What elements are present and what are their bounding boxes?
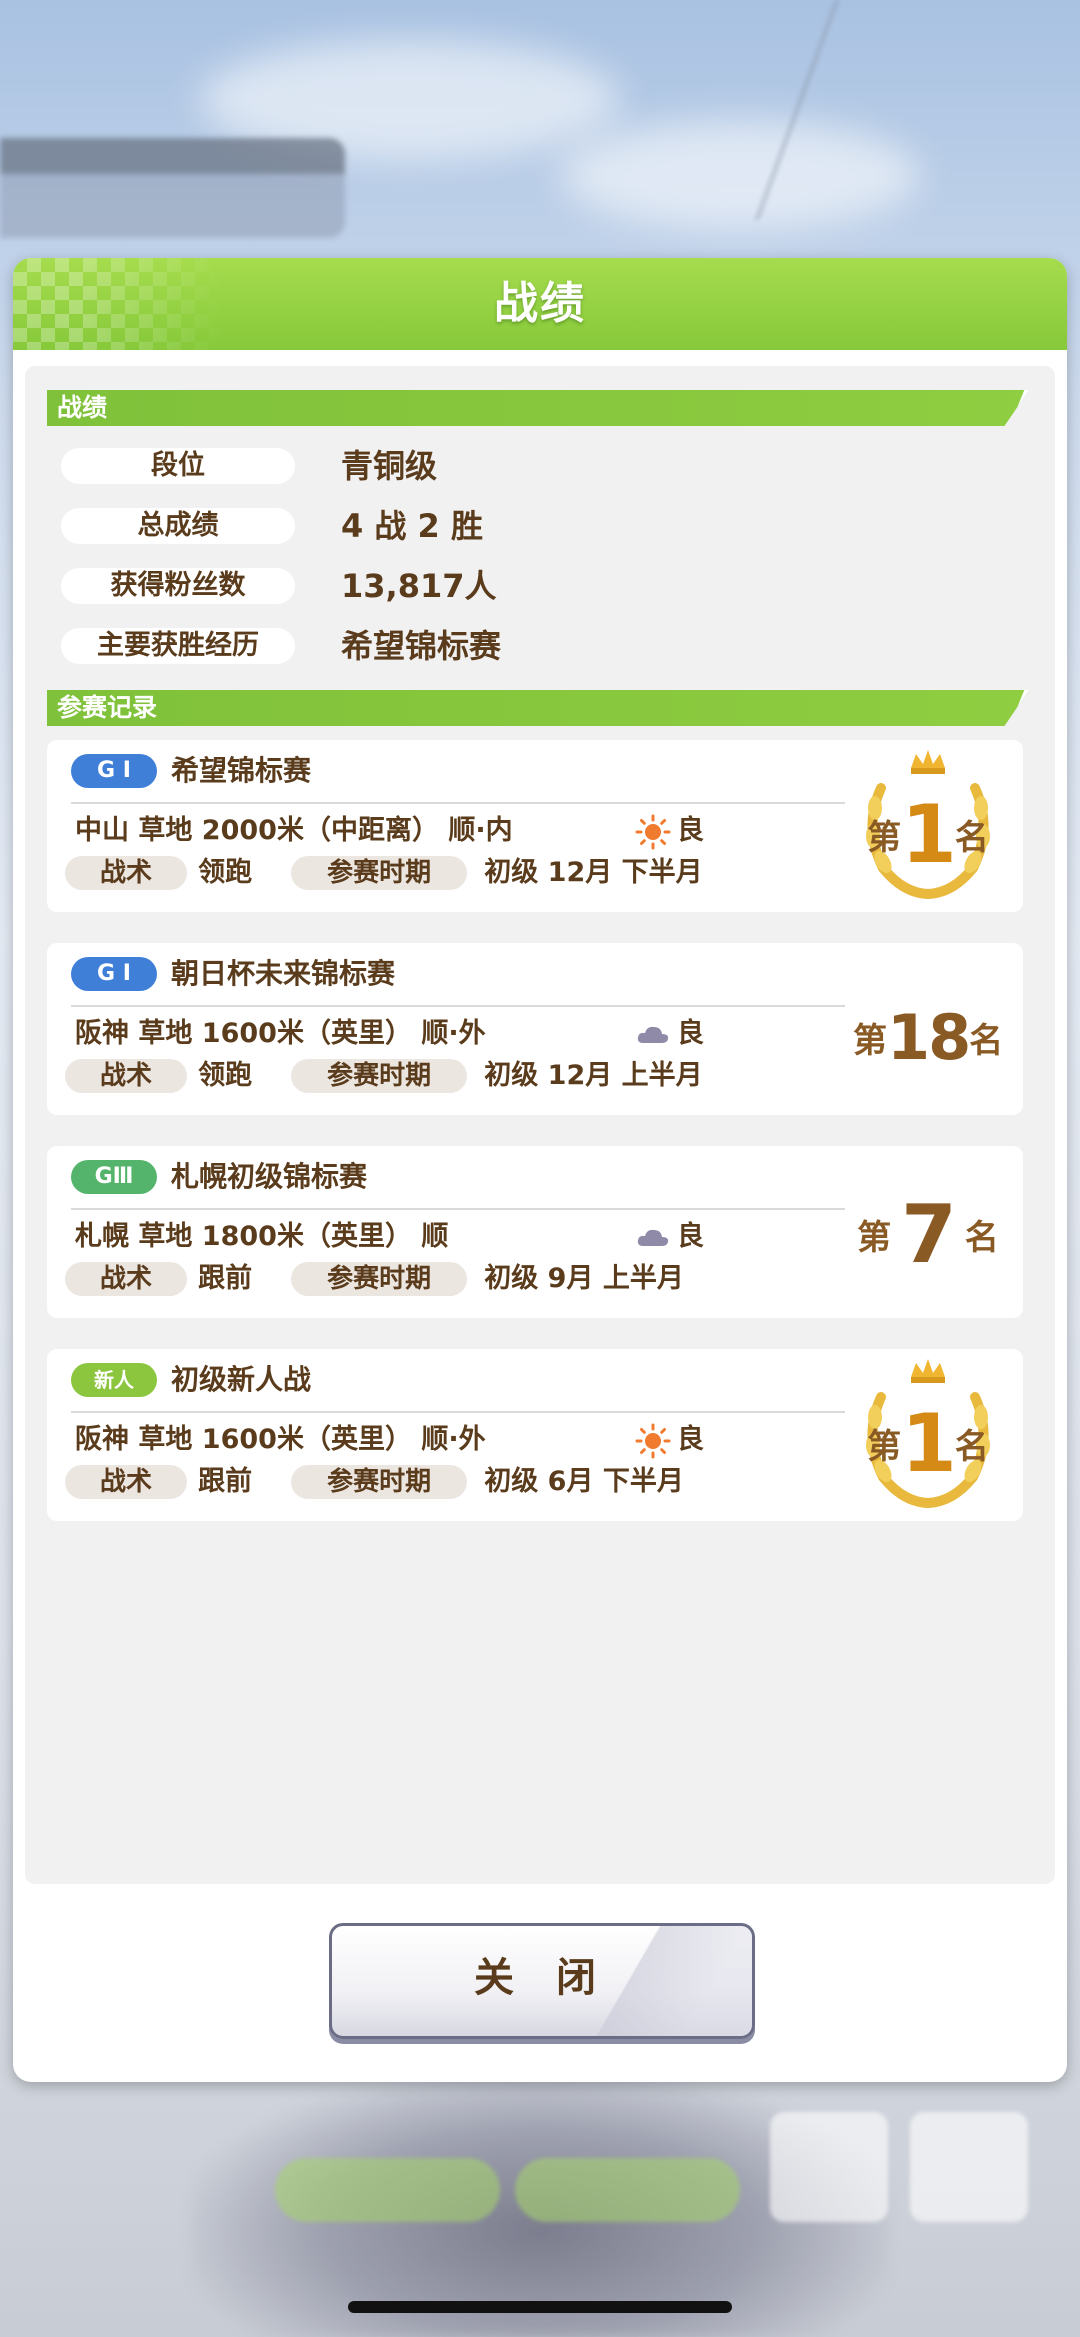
race-card[interactable]: 新人 初级新人战 阪神 草地 1600米（英里） 顺·外 良 战术 跟前 参赛时… [47, 1349, 1023, 1521]
race-venue: 札幌 草地 1800米（英里） 顺 [75, 1221, 449, 1252]
tactic-value: 领跑 [198, 1060, 253, 1091]
rank-badge: 第1名 [853, 1357, 1003, 1513]
stat-value: 4 战 2 胜 [341, 507, 483, 545]
race-venue: 中山 草地 2000米（中距离） 顺·内 [75, 815, 513, 846]
dialog-title: 战绩 [494, 278, 586, 329]
cloudy-icon [637, 1026, 669, 1043]
stat-label: 段位 [61, 448, 295, 484]
tactic-value: 跟前 [198, 1466, 253, 1497]
stat-value: 青铜级 [341, 447, 438, 485]
race-detail-row: 战术 跟前 参赛时期 初级 9月 上半月 [65, 1262, 684, 1298]
grade-badge: G I [71, 754, 157, 788]
period-tag: 参赛时期 [291, 1059, 468, 1093]
tactic-tag: 战术 [65, 1262, 187, 1296]
race-card[interactable]: G I 朝日杯未来锦标赛 阪神 草地 1600米（英里） 顺·外 良 战术 领跑… [47, 943, 1023, 1115]
rank-badge: 第7名 [853, 1154, 1003, 1310]
race-card[interactable]: GⅢ 札幌初级锦标赛 札幌 草地 1800米（英里） 顺 良 战术 跟前 参赛时… [47, 1146, 1023, 1318]
tree-silhouette [753, 0, 1080, 220]
period-value: 初级 6月 下半月 [484, 1466, 684, 1497]
background-icon [770, 2112, 888, 2222]
rank-number: 18 [887, 1001, 971, 1074]
record-section-header: 战绩 [47, 390, 1029, 426]
rank-text: 第18名 [853, 1001, 1004, 1074]
race-venue: 阪神 草地 1600米（英里） 顺·外 [75, 1018, 486, 1049]
race-venue: 阪神 草地 1600米（英里） 顺·外 [75, 1424, 486, 1455]
rank-text: 第7名 [857, 1188, 999, 1281]
period-tag: 参赛时期 [291, 1262, 468, 1296]
race-name: 札幌初级锦标赛 [171, 1160, 368, 1193]
grade-badge: GⅢ [71, 1160, 157, 1194]
background-button [275, 2158, 500, 2222]
stat-value: 希望锦标赛 [341, 627, 502, 665]
home-indicator[interactable] [348, 2301, 732, 2313]
dialog-content: 战绩 段位 青铜级 总成绩 4 战 2 胜 获得粉丝数 13,817人 主要获胜… [25, 366, 1055, 1884]
stat-value: 13,817人 [341, 567, 497, 605]
race-name: 初级新人战 [171, 1363, 312, 1396]
rank-badge: 第1名 [853, 748, 1003, 904]
race-card[interactable]: G I 希望锦标赛 中山 草地 2000米（中距离） 顺·内 良 战术 领跑 参… [47, 740, 1023, 912]
period-value: 初级 12月 下半月 [484, 857, 703, 888]
tactic-tag: 战术 [65, 856, 187, 890]
background-button [515, 2158, 740, 2222]
tactic-value: 跟前 [198, 1263, 253, 1294]
stat-label: 获得粉丝数 [61, 568, 295, 604]
race-name: 朝日杯未来锦标赛 [171, 957, 396, 990]
sunny-icon [635, 1423, 671, 1458]
race-name: 希望锦标赛 [171, 754, 312, 787]
track-condition: 良 [677, 815, 704, 846]
track-condition: 良 [677, 1424, 704, 1455]
period-tag: 参赛时期 [291, 1465, 468, 1499]
weather: 良 [635, 1421, 704, 1459]
race-detail-row: 战术 领跑 参赛时期 初级 12月 下半月 [65, 856, 703, 892]
sunny-icon [635, 814, 671, 849]
weather: 良 [635, 1015, 704, 1053]
results-dialog: 战绩 战绩 段位 青铜级 总成绩 4 战 2 胜 获得粉丝数 13,817人 主… [13, 258, 1067, 2082]
close-button[interactable]: 关 闭 [329, 1923, 755, 2039]
rank-text: 第1名 [867, 788, 989, 881]
weather: 良 [635, 812, 704, 850]
rank-number: 1 [901, 788, 957, 881]
rank-number: 7 [901, 1188, 957, 1281]
rank-number: 1 [901, 1397, 957, 1490]
background-panel [0, 138, 345, 238]
period-tag: 参赛时期 [291, 856, 468, 890]
stat-label: 主要获胜经历 [61, 628, 295, 664]
race-detail-row: 战术 跟前 参赛时期 初级 6月 下半月 [65, 1465, 684, 1501]
rank-text: 第1名 [867, 1397, 989, 1490]
period-value: 初级 9月 上半月 [484, 1263, 684, 1294]
stat-label: 总成绩 [61, 508, 295, 544]
weather: 良 [635, 1218, 704, 1256]
race-section-header: 参赛记录 [47, 690, 1029, 726]
menu-icon [910, 2112, 1028, 2222]
dialog-header: 战绩 [13, 258, 1067, 350]
tactic-tag: 战术 [65, 1465, 187, 1499]
grade-badge: G I [71, 957, 157, 991]
track-condition: 良 [677, 1018, 704, 1049]
close-button-label: 关 闭 [474, 1955, 610, 2001]
section-heading: 战绩 [57, 393, 108, 422]
rank-badge: 第18名 [853, 951, 1003, 1107]
cloudy-icon [637, 1229, 669, 1246]
tactic-value: 领跑 [198, 857, 253, 888]
track-condition: 良 [677, 1221, 704, 1252]
tactic-tag: 战术 [65, 1059, 187, 1093]
period-value: 初级 12月 上半月 [484, 1060, 703, 1091]
race-detail-row: 战术 领跑 参赛时期 初级 12月 上半月 [65, 1059, 703, 1095]
grade-badge: 新人 [71, 1363, 157, 1397]
section-heading: 参赛记录 [57, 693, 158, 722]
